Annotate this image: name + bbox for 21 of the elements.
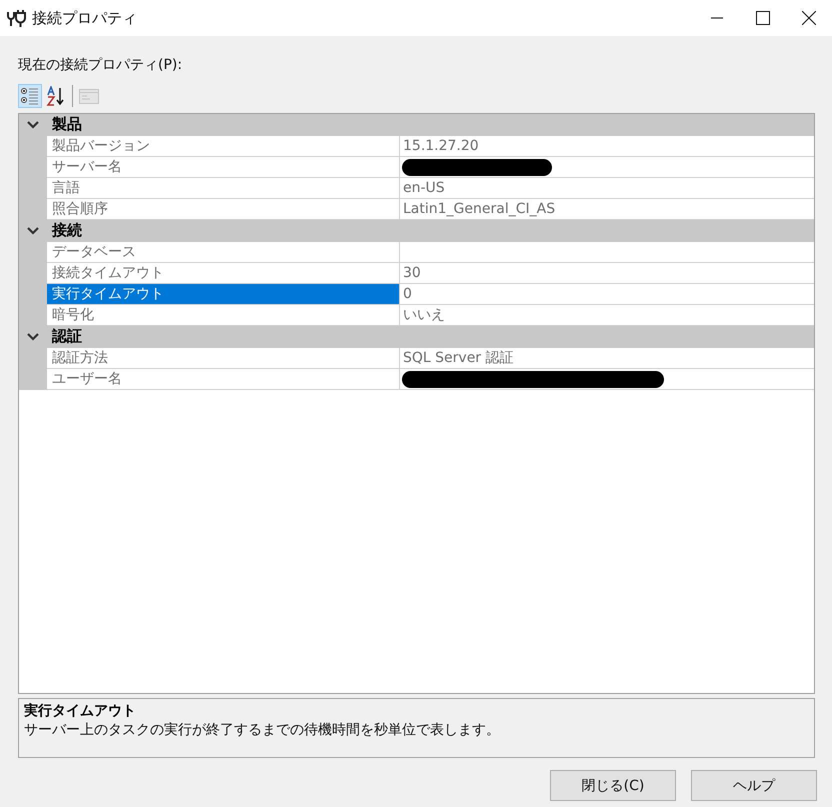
categorized-view-button[interactable] xyxy=(18,84,42,108)
property-value: SQL Server 認証 xyxy=(403,350,514,366)
window-title: 接続プロパティ xyxy=(32,8,137,28)
plug-icon xyxy=(6,9,28,27)
properties-label: 現在の接続プロパティ(P): xyxy=(18,56,182,75)
property-value: 15.1.27.20 xyxy=(403,138,479,154)
description-text: サーバー上のタスクの実行が終了するまでの待機時間を秒単位で表します。 xyxy=(24,721,500,739)
close-icon xyxy=(802,11,816,25)
category-label: 製品 xyxy=(52,115,82,134)
property-value: Latin1_General_CI_AS xyxy=(403,201,556,217)
category-label: 接続 xyxy=(52,221,82,240)
property-value: 0 xyxy=(403,286,412,302)
maximize-icon xyxy=(756,11,770,25)
description-title: 実行タイムアウト xyxy=(24,702,136,720)
category-label: 認証 xyxy=(52,327,82,346)
property-value: 30 xyxy=(403,265,421,281)
property-name[interactable]: 実行タイムアウト xyxy=(47,284,400,305)
property-value: en-US xyxy=(403,180,445,196)
close-dialog-button[interactable]: 閉じる(C) xyxy=(550,770,676,801)
help-button[interactable]: ヘルプ xyxy=(691,770,817,801)
property-value: いいえ xyxy=(403,307,445,323)
